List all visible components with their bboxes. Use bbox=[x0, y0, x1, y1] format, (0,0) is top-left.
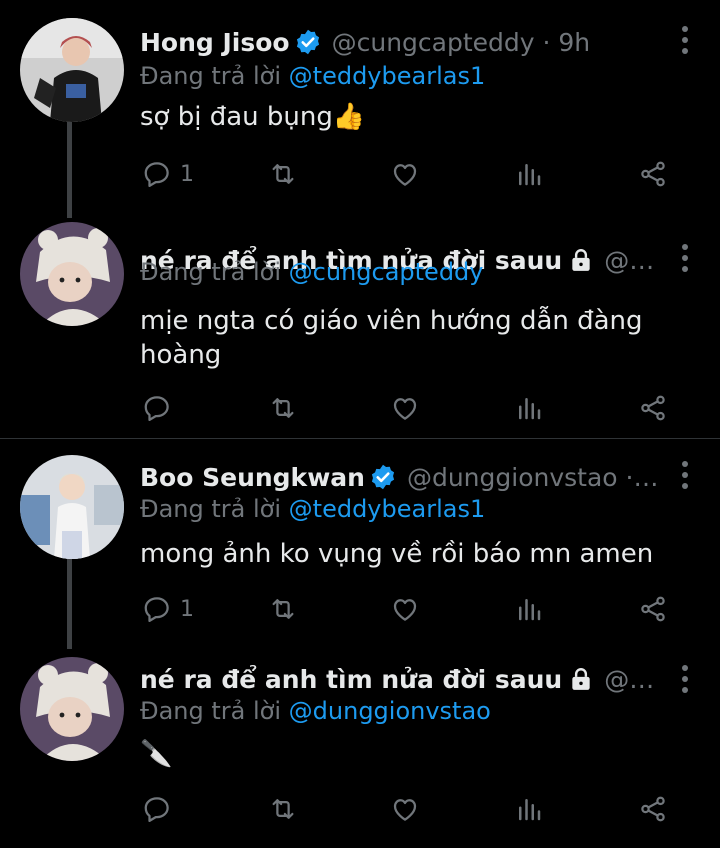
reply-button[interactable]: 1 bbox=[142, 591, 194, 627]
heart-icon bbox=[393, 799, 417, 821]
like-button[interactable] bbox=[390, 390, 420, 426]
share-button[interactable] bbox=[638, 390, 668, 426]
retweet-icon bbox=[272, 398, 294, 418]
tweet-3[interactable]: Boo Seungkwan @dunggionvstao · 9h Đang t… bbox=[0, 439, 720, 649]
retweet-icon bbox=[272, 799, 294, 819]
display-name[interactable]: Hong Jisoo bbox=[140, 28, 290, 57]
analytics-icon bbox=[519, 799, 541, 821]
retweet-icon bbox=[272, 164, 294, 184]
reply-icon bbox=[144, 396, 169, 421]
share-button[interactable] bbox=[638, 791, 668, 827]
reply-count: 1 bbox=[180, 596, 194, 622]
tweet-header: Hong Jisoo @cungcapteddy · 9h bbox=[140, 22, 664, 62]
thread-line bbox=[67, 122, 72, 218]
share-button[interactable] bbox=[638, 591, 668, 627]
tweet-4[interactable]: né ra để anh tìm nửa đời sauu @ted… Đang… bbox=[0, 649, 720, 848]
display-name[interactable]: Boo Seungkwan bbox=[140, 463, 365, 492]
more-options-icon[interactable] bbox=[680, 244, 690, 274]
replying-prefix: Đang trả lời bbox=[140, 697, 282, 725]
reply-button[interactable] bbox=[142, 791, 172, 827]
replying-to: Đang trả lời @teddybearlas1 bbox=[140, 62, 485, 90]
retweet-button[interactable] bbox=[268, 591, 298, 627]
replying-prefix: Đang trả lời bbox=[140, 62, 282, 90]
reply-icon bbox=[144, 597, 169, 622]
heart-icon bbox=[393, 398, 417, 420]
replying-to: Đang trả lời @teddybearlas1 bbox=[140, 495, 485, 523]
tweet-text: sợ bị đau bụng👍 bbox=[140, 102, 366, 132]
replying-to: Đang trả lời @dunggionvstao bbox=[140, 697, 491, 725]
share-icon bbox=[641, 596, 665, 622]
lock-icon bbox=[568, 247, 594, 273]
heart-icon bbox=[393, 599, 417, 621]
verified-badge-icon bbox=[294, 28, 322, 56]
like-button[interactable] bbox=[390, 156, 420, 192]
reply-icon bbox=[144, 162, 169, 187]
reply-button[interactable]: 1 bbox=[142, 156, 194, 192]
analytics-button[interactable] bbox=[514, 390, 544, 426]
more-options-icon[interactable] bbox=[680, 665, 690, 695]
avatar[interactable] bbox=[20, 222, 124, 326]
share-icon bbox=[641, 161, 665, 187]
analytics-button[interactable] bbox=[514, 156, 544, 192]
share-icon bbox=[641, 395, 665, 421]
reply-to-handle[interactable]: @teddybearlas1 bbox=[289, 62, 486, 90]
lock-icon bbox=[568, 666, 594, 692]
tweet-1[interactable]: Hong Jisoo @cungcapteddy · 9h Đang trả l… bbox=[0, 0, 720, 218]
like-button[interactable] bbox=[390, 591, 420, 627]
retweet-button[interactable] bbox=[268, 791, 298, 827]
analytics-icon bbox=[519, 599, 541, 621]
tweet-text: mong ảnh ko vụng về rồi báo mn amen bbox=[140, 539, 654, 569]
reply-to-handle[interactable]: @cungcapteddy bbox=[289, 258, 484, 286]
tweet-header: Boo Seungkwan @dunggionvstao · 9h bbox=[140, 457, 664, 497]
share-button[interactable] bbox=[638, 156, 668, 192]
analytics-button[interactable] bbox=[514, 591, 544, 627]
display-name[interactable]: né ra để anh tìm nửa đời sauu bbox=[140, 665, 562, 694]
like-button[interactable] bbox=[390, 791, 420, 827]
tweet-actions bbox=[140, 791, 680, 827]
avatar[interactable] bbox=[20, 18, 124, 122]
retweet-button[interactable] bbox=[268, 156, 298, 192]
replying-to: Đang trả lời @cungcapteddy bbox=[140, 258, 484, 286]
retweet-icon bbox=[272, 599, 294, 619]
replying-prefix: Đang trả lời bbox=[140, 495, 282, 523]
handle-and-time: @cungcapteddy · 9h bbox=[331, 27, 591, 57]
tweet-header: né ra để anh tìm nửa đời sauu @ted… bbox=[140, 659, 664, 699]
avatar[interactable] bbox=[20, 657, 124, 761]
analytics-button[interactable] bbox=[514, 791, 544, 827]
tweet-text: mịe ngta có giáo viên hướng dẫn đàng hoà… bbox=[140, 306, 643, 370]
verified-badge-icon bbox=[369, 463, 397, 491]
more-options-icon[interactable] bbox=[680, 26, 690, 56]
retweet-button[interactable] bbox=[268, 390, 298, 426]
reply-to-handle[interactable]: @teddybearlas1 bbox=[289, 495, 486, 523]
tweet-actions: 1 bbox=[140, 591, 680, 627]
reply-icon bbox=[144, 797, 169, 822]
tweet-actions: 1 bbox=[140, 156, 680, 192]
analytics-icon bbox=[519, 164, 541, 186]
reply-to-handle[interactable]: @dunggionvstao bbox=[289, 697, 491, 725]
thread-line bbox=[67, 559, 72, 649]
reply-count: 1 bbox=[180, 161, 194, 187]
timeline-feed: Hong Jisoo @cungcapteddy · 9h Đang trả l… bbox=[0, 0, 720, 848]
tweet-text: 🔪 bbox=[140, 739, 173, 769]
more-options-icon[interactable] bbox=[680, 461, 690, 491]
reply-button[interactable] bbox=[142, 390, 172, 426]
share-icon bbox=[641, 796, 665, 822]
handle-and-time: @ted… bbox=[604, 245, 664, 275]
tweet-2[interactable]: né ra để anh tìm nửa đời sauu @ted… Đang… bbox=[0, 218, 720, 438]
handle-and-time: @dunggionvstao · 9h bbox=[406, 462, 664, 492]
handle-and-time: @ted… bbox=[604, 664, 664, 694]
heart-icon bbox=[393, 164, 417, 186]
replying-prefix: Đang trả lời bbox=[140, 258, 282, 286]
avatar[interactable] bbox=[20, 455, 124, 559]
tweet-actions bbox=[140, 390, 680, 426]
analytics-icon bbox=[519, 398, 541, 420]
